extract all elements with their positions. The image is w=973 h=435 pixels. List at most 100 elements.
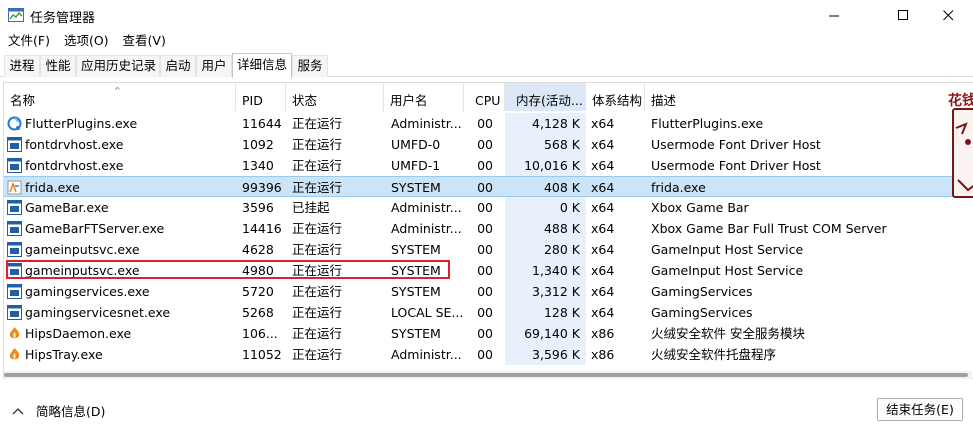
cell-desc: FlutterPlugins.exe (651, 116, 764, 131)
cell-status: 正在运行 (292, 305, 343, 320)
fewer-details-label: 简略信息(D) (36, 404, 106, 419)
cell-status: 正在运行 (292, 263, 343, 278)
window-app-icon (7, 221, 22, 236)
window-app-icon (7, 200, 22, 215)
tab-app-history[interactable]: 应用历史记录 (76, 55, 160, 77)
fewer-details-toggle[interactable]: 简略信息(D) (12, 401, 105, 420)
cell-memory: 3,312 K (532, 284, 580, 299)
process-name: FlutterPlugins.exe (25, 116, 138, 131)
chevron-up-icon (12, 407, 24, 414)
cell-arch: x64 (591, 284, 615, 299)
table-row[interactable]: gameinputsvc.exe 4628 正在运行 SYSTEM 00 280 K x64… (4, 239, 972, 260)
table-row[interactable]: gameinputsvc.exe 4980 正在运行 SYSTEM 00 1,340 K x… (4, 260, 972, 281)
column-header-description[interactable]: 描述 (645, 83, 972, 111)
huorong-app-icon (7, 347, 22, 362)
maximize-button[interactable] (880, 0, 926, 30)
column-header-status[interactable]: 状态 (286, 83, 384, 111)
column-header-pid[interactable]: PID (236, 83, 286, 111)
cell-pid: 11052 (242, 347, 282, 362)
cell-memory: 10,016 K (524, 158, 580, 173)
side-sticker-decoration: 花钱 (948, 90, 973, 200)
menu-options[interactable]: 选项(O) (56, 31, 115, 51)
cell-status: 正在运行 (292, 326, 343, 341)
process-name: gamingservices.exe (25, 284, 150, 299)
cell-user: Administr... (391, 116, 462, 131)
cell-desc: Usermode Font Driver Host (651, 137, 821, 152)
cell-user: Administr... (391, 221, 462, 236)
menu-view[interactable]: 查看(V) (115, 31, 172, 51)
cell-cpu: 00 (477, 221, 493, 236)
cell-desc: GameInput Host Service (651, 263, 804, 278)
table-row[interactable]: gamingservices.exe 5720 正在运行 SYSTEM 00 3,312 … (4, 281, 972, 302)
menu-file[interactable]: 文件(F) (0, 31, 56, 51)
process-name: HipsDaemon.exe (25, 326, 132, 341)
cell-pid: 4628 (242, 242, 274, 257)
cell-arch: x86 (591, 326, 615, 341)
cell-memory: 280 K (543, 242, 580, 257)
cell-memory: 1,340 K (532, 263, 580, 278)
table-row[interactable]: fontdrvhost.exe 1092 正在运行 UMFD-0 00 568 K x64 U… (4, 134, 972, 155)
process-details-table[interactable]: ^ 名称 PID 状态 用户名 CPU 内存(活动... 体系结构 描述 Flu… (3, 82, 973, 379)
tab-users[interactable]: 用户 (196, 55, 232, 77)
window-app-icon (7, 242, 22, 257)
tab-details[interactable]: 详细信息 (232, 53, 292, 78)
tab-services[interactable]: 服务 (292, 55, 328, 77)
cell-cpu: 00 (477, 284, 493, 299)
cell-pid: 5720 (242, 284, 274, 299)
window-app-icon (7, 158, 22, 173)
cell-desc: 火绒安全软件托盘程序 (651, 347, 777, 362)
table-row[interactable]: gamingservicesnet.exe 5268 正在运行 LOCAL SE...… (4, 302, 972, 323)
table-row[interactable]: frida.exe 99396 正在运行 SYSTEM 00 408 K x64 frida.… (4, 176, 972, 197)
flutter-app-icon (7, 116, 22, 131)
cell-arch: x64 (591, 137, 615, 152)
cell-user: SYSTEM (391, 284, 441, 299)
cell-memory: 128 K (543, 305, 580, 320)
cell-status: 正在运行 (292, 116, 343, 131)
cell-cpu: 00 (477, 263, 493, 278)
horizontal-scrollbar[interactable] (4, 371, 972, 379)
process-name: GameBar.exe (25, 200, 109, 215)
table-header: ^ 名称 PID 状态 用户名 CPU 内存(活动... 体系结构 描述 (4, 83, 972, 111)
cell-memory: 0 K (559, 200, 580, 215)
minimize-button[interactable] (811, 0, 857, 30)
table-row[interactable]: HipsDaemon.exe 106... 正在运行 SYSTEM 00 69,140 K… (4, 323, 972, 344)
title-bar[interactable]: 任务管理器 (0, 0, 973, 30)
close-icon (942, 9, 953, 20)
process-name: gamingservicesnet.exe (25, 305, 171, 320)
cell-user: SYSTEM (391, 326, 441, 341)
cell-user: UMFD-0 (391, 137, 441, 152)
process-name: fontdrvhost.exe (25, 137, 124, 152)
column-header-memory[interactable]: 内存(活动... (505, 83, 586, 111)
table-row[interactable]: FlutterPlugins.exe 11644 正在运行 Administr... 0… (4, 113, 972, 134)
huorong-app-icon (7, 326, 22, 341)
cell-arch: x86 (591, 347, 615, 362)
cell-user: SYSTEM (391, 180, 441, 195)
tab-processes[interactable]: 进程 (4, 55, 40, 77)
cell-pid: 11644 (242, 116, 282, 131)
scrollbar-thumb[interactable] (4, 373, 968, 377)
table-row[interactable]: HipsTray.exe 11052 正在运行 Administr... 00 3,596… (4, 344, 972, 365)
column-header-architecture[interactable]: 体系结构 (586, 83, 645, 111)
cell-memory: 69,140 K (524, 326, 580, 341)
cell-desc: GameInput Host Service (651, 242, 804, 257)
cell-cpu: 00 (477, 326, 493, 341)
column-header-cpu[interactable]: CPU (464, 83, 505, 111)
cell-arch: x64 (591, 180, 615, 195)
table-row[interactable]: fontdrvhost.exe 1340 正在运行 UMFD-1 00 10,016 K x… (4, 155, 972, 176)
cell-status: 正在运行 (292, 347, 343, 362)
window-app-icon (7, 263, 22, 278)
cell-user: LOCAL SE... (391, 305, 464, 320)
table-row[interactable]: GameBar.exe 3596 已挂起 Administr... 00 0 K x64 Xb… (4, 197, 972, 218)
tab-startup[interactable]: 启动 (160, 55, 196, 77)
close-button[interactable] (925, 0, 971, 30)
end-task-button[interactable]: 结束任务(E) (877, 398, 963, 421)
maximize-icon (897, 9, 908, 20)
tab-performance[interactable]: 性能 (40, 55, 76, 77)
column-header-username[interactable]: 用户名 (384, 83, 464, 111)
table-row[interactable]: GameBarFTServer.exe 14416 正在运行 Administr...… (4, 218, 972, 239)
cell-status: 正在运行 (292, 180, 343, 195)
cell-cpu: 00 (477, 116, 493, 131)
column-header-name[interactable]: 名称 (4, 83, 236, 111)
frida-app-icon (7, 180, 22, 195)
cell-arch: x64 (591, 221, 615, 236)
